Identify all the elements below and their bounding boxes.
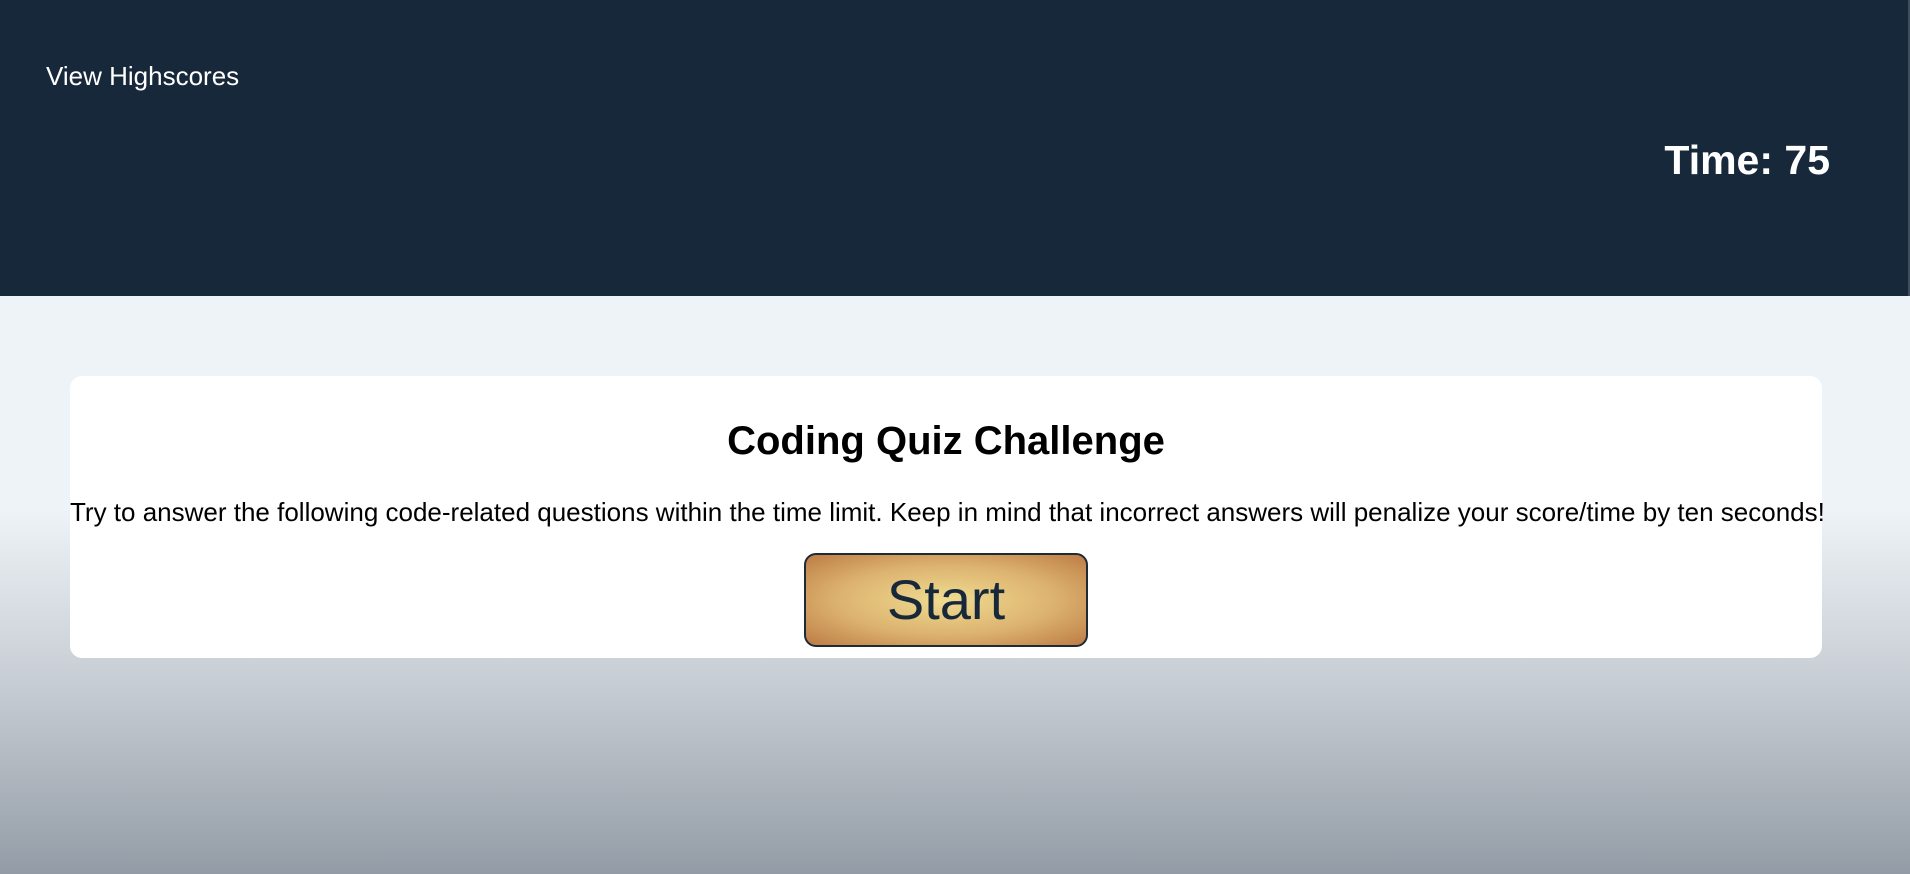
start-button[interactable]: Start — [804, 553, 1088, 647]
quiz-description: Try to answer the following code-related… — [70, 497, 1825, 527]
quiz-title: Coding Quiz Challenge — [727, 419, 1165, 463]
header-bar: View Highscores Time: 75 — [0, 0, 1910, 296]
quiz-intro-card: Coding Quiz Challenge Try to answer the … — [70, 376, 1825, 658]
view-highscores-link[interactable]: View Highscores — [46, 61, 239, 92]
timer-display: Time: 75 — [1664, 137, 1830, 183]
